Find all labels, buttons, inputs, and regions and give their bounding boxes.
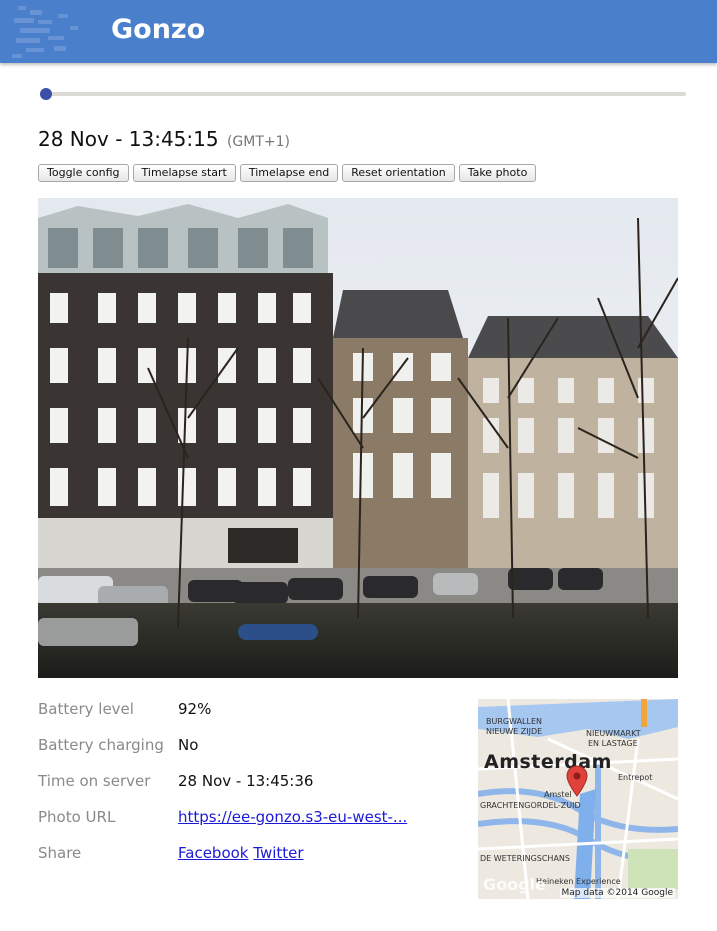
share-label: Share — [38, 844, 82, 862]
server-time-value: 28 Nov - 13:45:36 — [178, 772, 314, 790]
photo-url-value: https://ee-gonzo.s3-eu-west-... — [178, 808, 407, 826]
toggle-config-button[interactable]: Toggle config — [38, 164, 129, 182]
google-logo: Google — [483, 875, 546, 894]
server-time-label: Time on server — [38, 772, 151, 790]
battery-level-value: 92% — [178, 700, 212, 718]
map-label-grachtengordel: GRACHTENGORDEL-ZUID — [480, 801, 581, 810]
map-pin-icon[interactable] — [566, 765, 588, 797]
map-attribution: Map data ©2014 Google — [559, 888, 675, 898]
share-twitter-link[interactable]: Twitter — [253, 844, 303, 862]
timeline-slider-thumb[interactable] — [40, 88, 52, 100]
share-links: Facebook Twitter — [178, 844, 304, 862]
capture-timezone: (GMT+1) — [226, 134, 291, 150]
map-label-entrepot: Entrepot — [618, 773, 653, 782]
battery-charging-value: No — [178, 736, 199, 754]
map-label-nieuwe-zijde: NIEUWE ZIJDE — [486, 727, 543, 736]
map-label-city: Amsterdam — [484, 751, 612, 773]
globe-logo-icon — [12, 6, 78, 58]
toolbar: Toggle config Timelapse start Timelapse en… — [38, 164, 540, 182]
reset-orientation-button[interactable]: Reset orientation — [342, 164, 455, 182]
battery-level-label: Battery level — [38, 700, 134, 718]
map-label-burgwallen: BURGWALLEN — [486, 717, 542, 726]
map-label-heineken: Heineken Experience — [536, 877, 621, 886]
timeline-slider-track[interactable] — [44, 92, 686, 96]
capture-datetime-value: 28 Nov - 13:45:15 — [38, 127, 219, 151]
app-header: Gonzo — [0, 0, 717, 63]
timelapse-end-button[interactable]: Timelapse end — [239, 164, 339, 182]
map-label-weteringschans: DE WETERINGSCHANS — [480, 854, 570, 863]
photo-url-link[interactable]: https://ee-gonzo.s3-eu-west-... — [178, 808, 407, 826]
photo-url-label: Photo URL — [38, 808, 116, 826]
battery-charging-label: Battery charging — [38, 736, 164, 754]
take-photo-button[interactable]: Take photo — [458, 164, 537, 182]
timelapse-start-button[interactable]: Timelapse start — [132, 164, 236, 182]
app-title: Gonzo — [111, 14, 206, 45]
map-label-nieuwmarkt: NIEUWMARKT — [586, 729, 641, 738]
camera-photo — [38, 198, 678, 678]
location-map[interactable]: BURGWALLEN NIEUWE ZIJDE NIEUWMARKT EN LA… — [478, 699, 678, 899]
capture-datetime: 28 Nov - 13:45:15 (GMT+1) — [38, 127, 290, 151]
map-label-lastage: EN LASTAGE — [588, 739, 638, 748]
share-facebook-link[interactable]: Facebook — [178, 844, 248, 862]
